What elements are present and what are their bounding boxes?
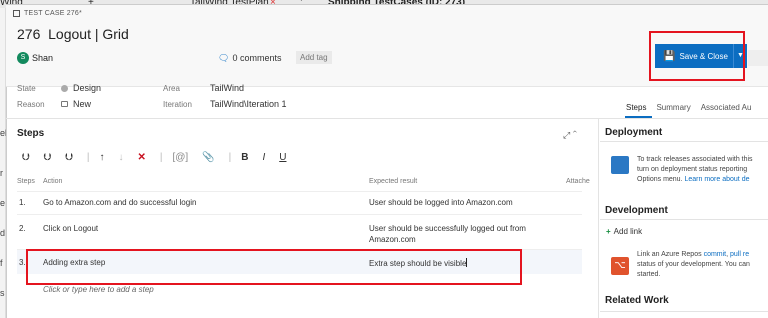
background-letter: e xyxy=(0,198,6,208)
background-letter: d xyxy=(0,228,6,238)
add-link-label: Add link xyxy=(613,227,643,236)
avatar[interactable]: S xyxy=(17,52,29,64)
move-up-icon[interactable]: ↑ xyxy=(99,152,104,163)
more-actions-button[interactable] xyxy=(748,50,768,66)
page-title[interactable]: 276 Logout | Grid xyxy=(17,26,129,42)
background-letter: s xyxy=(0,288,5,298)
add-link-button[interactable]: + Add link xyxy=(606,227,642,236)
comment-icon: 🗨 xyxy=(218,53,230,63)
move-down-icon[interactable]: ↓ xyxy=(118,152,123,163)
deployment-text: To track releases associated with this t… xyxy=(637,155,753,185)
related-work-heading: Related Work xyxy=(605,295,669,306)
tab-steps[interactable]: Steps xyxy=(626,103,646,112)
insert-shared-steps-icon[interactable]: ⮋ xyxy=(44,152,52,163)
row-divider xyxy=(17,191,582,192)
area-label: Area xyxy=(163,84,180,93)
plus-icon: + xyxy=(606,227,611,236)
row-divider xyxy=(17,214,582,215)
development-line: started. xyxy=(637,271,661,278)
deployment-line: Options menu. xyxy=(637,176,683,183)
state-value[interactable]: Design xyxy=(61,83,101,93)
work-item-id: 276 xyxy=(17,26,41,42)
step-action[interactable]: Go to Amazon.com and do successful login xyxy=(43,198,196,207)
deployment-line: turn on deployment status reporting xyxy=(637,166,748,173)
italic-icon[interactable]: I xyxy=(262,152,265,163)
learn-more-link[interactable]: Learn more about de xyxy=(684,176,749,183)
underline-icon[interactable]: U xyxy=(279,152,286,163)
reason-label: Reason xyxy=(17,100,45,109)
background-letter: f xyxy=(0,258,3,268)
save-highlight-box xyxy=(649,31,745,81)
step-expected-line2[interactable]: Amazon.com xyxy=(369,235,416,244)
assigned-user[interactable]: Shan xyxy=(32,53,53,63)
iteration-value[interactable]: TailWind\Iteration 1 xyxy=(210,99,287,109)
delete-step-icon[interactable]: ✕ xyxy=(137,152,145,163)
work-item-title[interactable]: Logout | Grid xyxy=(48,26,129,42)
lock-icon xyxy=(61,101,68,107)
side-divider xyxy=(600,141,768,142)
deployment-line: To track releases associated with this xyxy=(637,156,753,163)
development-text: Link an Azure Repos commit, pull re stat… xyxy=(637,251,750,278)
step-number: 2. xyxy=(19,224,26,233)
tab-associated[interactable]: Associated Au xyxy=(701,103,752,112)
column-attachments: Attache xyxy=(566,178,590,185)
commit-link[interactable]: commit xyxy=(704,251,727,258)
step-action[interactable]: Click on Logout xyxy=(43,224,98,233)
step-number: 1. xyxy=(19,198,26,207)
bold-icon[interactable]: B xyxy=(241,152,248,163)
row-highlight-box xyxy=(26,249,522,285)
steps-toolbar: ⮋ ⮋ ⮋ | ↑ ↓ ✕ | [@] 📎 | B I U xyxy=(22,152,300,163)
column-steps: Steps xyxy=(17,178,35,185)
step-expected[interactable]: User should be logged into Amazon.com xyxy=(369,198,513,207)
development-heading: Development xyxy=(605,205,668,216)
parameter-icon[interactable]: [@] xyxy=(172,152,188,163)
reason-value-text: New xyxy=(73,99,92,109)
development-line: status of your development. You can xyxy=(637,261,750,268)
tab-summary[interactable]: Summary xyxy=(656,103,690,112)
comments-count: 0 comments xyxy=(232,53,282,63)
toolbar-divider: | xyxy=(86,152,90,163)
test-case-icon xyxy=(13,10,20,17)
create-shared-steps-icon[interactable]: ⮋ xyxy=(65,152,73,163)
deployment-icon xyxy=(611,156,629,174)
panel-divider xyxy=(598,119,599,318)
tab-bar: Steps Summary Associated Au xyxy=(626,103,761,112)
side-divider xyxy=(600,219,768,220)
test-case-label: TEST CASE 276* xyxy=(24,10,82,17)
git-icon: ⌥ xyxy=(611,257,629,275)
steps-heading: Steps xyxy=(17,128,45,139)
header-divider xyxy=(6,118,768,119)
state-value-text: Design xyxy=(73,83,102,93)
insert-step-icon[interactable]: ⮋ xyxy=(22,152,30,163)
toolbar-divider: | xyxy=(159,152,163,163)
toolbar-divider: | xyxy=(228,152,232,163)
reason-value[interactable]: New xyxy=(61,99,91,109)
step-number: 3. xyxy=(19,258,26,267)
side-divider xyxy=(600,311,768,312)
expand-collapse-icons[interactable]: ⤢ ⌃ xyxy=(563,130,577,141)
background-letter: r xyxy=(0,168,3,178)
state-label: State xyxy=(17,84,36,93)
pull-request-link[interactable]: pull re xyxy=(730,251,749,258)
column-expected: Expected result xyxy=(369,178,418,185)
step-expected[interactable]: User should be successfully logged out f… xyxy=(369,224,526,233)
add-tag-button[interactable]: Add tag xyxy=(296,51,332,64)
attachment-icon[interactable]: 📎 xyxy=(202,152,214,163)
development-line: Link an Azure Repos xyxy=(637,251,702,258)
iteration-label: Iteration xyxy=(163,100,192,109)
add-step-placeholder[interactable]: Click or type here to add a step xyxy=(43,285,154,294)
comments-link[interactable]: 🗨 0 comments xyxy=(218,53,281,64)
column-action: Action xyxy=(43,178,63,185)
deployment-heading: Deployment xyxy=(605,127,663,138)
state-dot-icon xyxy=(61,85,68,92)
area-value[interactable]: TailWind xyxy=(210,83,244,93)
